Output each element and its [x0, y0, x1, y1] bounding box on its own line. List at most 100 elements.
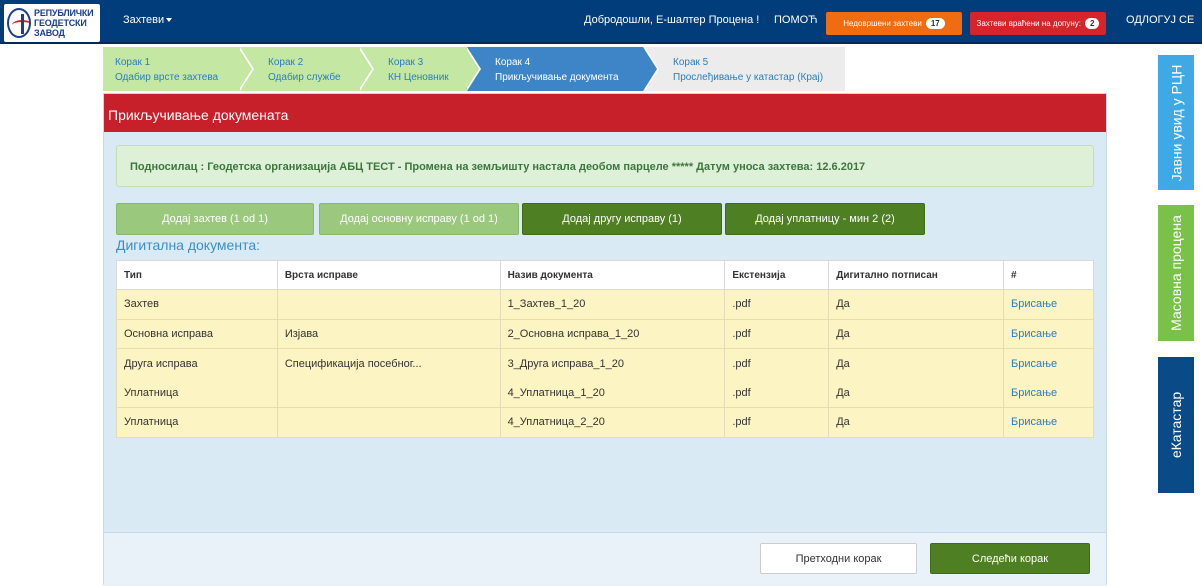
- step-3[interactable]: Корак 3 КН Ценовник: [360, 47, 467, 91]
- step-2-title: Корак 2: [268, 57, 304, 68]
- step-4-arrow-tip: [643, 47, 657, 91]
- step-3-subtitle: КН Ценовник: [388, 72, 449, 83]
- cell-type: Друга исправа: [116, 348, 278, 378]
- cell-signed: Да: [828, 348, 1005, 378]
- cell-extension: .pdf: [724, 348, 830, 378]
- cell-type: Уплатница: [116, 407, 278, 438]
- returned-count-badge: 2: [1085, 18, 1100, 29]
- cell-type: Захтев: [116, 289, 278, 320]
- add-request-button[interactable]: Додај захтев (1 od 1): [116, 203, 314, 235]
- step-4[interactable]: Корак 4 Прикључивање документа: [467, 47, 643, 91]
- returned-requests-button[interactable]: Захтеви враћени на допуну: 2: [970, 12, 1106, 35]
- step-1-title: Корак 1: [115, 57, 151, 68]
- delete-link[interactable]: Брисање: [1011, 358, 1057, 370]
- cell-action: Брисање: [1003, 348, 1094, 378]
- col-header-kind: Врста исправе: [276, 260, 501, 290]
- step-2-arrow-tip: [358, 47, 372, 91]
- cell-extension: .pdf: [724, 289, 830, 320]
- step-5-title: Корак 5: [673, 57, 709, 68]
- cell-type: Уплатница: [116, 378, 278, 408]
- cell-extension: .pdf: [724, 378, 830, 408]
- cell-name: 3_Друга исправа_1_20: [499, 348, 726, 378]
- delete-link[interactable]: Брисање: [1011, 328, 1057, 340]
- cell-name: 1_Захтев_1_20: [499, 289, 726, 320]
- caret-down-icon: [166, 18, 173, 23]
- step-5-subtitle: Прослеђивање у катастар (Крај): [673, 72, 824, 83]
- side-tab-mass-valuation[interactable]: Масовна процена: [1158, 205, 1194, 341]
- next-step-button[interactable]: Следећи корак: [930, 543, 1090, 574]
- panel-title: Прикључивање докумената: [104, 94, 1106, 132]
- delete-link[interactable]: Брисање: [1011, 298, 1057, 310]
- unfinished-requests-button[interactable]: Недовршени захтеви 17: [826, 12, 962, 35]
- cell-kind: [276, 407, 501, 438]
- cell-kind: [276, 378, 501, 408]
- cell-signed: Да: [828, 319, 1005, 349]
- table-row: Основна исправа Изјава 2_Основна исправа…: [116, 319, 1094, 349]
- cell-extension: .pdf: [724, 319, 830, 349]
- step-4-subtitle: Прикључивање документа: [495, 72, 619, 83]
- cell-signed: Да: [828, 378, 1005, 408]
- table-row: Друга исправа Спецификација посебног... …: [116, 348, 1094, 378]
- logo-line2: ГЕОДЕТСКИ ЗАВОД: [34, 18, 87, 38]
- add-main-document-button[interactable]: Додај основну исправу (1 od 1): [319, 203, 519, 235]
- step-2-subtitle: Одабир службе: [268, 72, 341, 83]
- logout-link[interactable]: ОДЛОГУЈ СЕ: [1126, 14, 1194, 26]
- step-2[interactable]: Корак 2 Одабир службе: [240, 47, 360, 91]
- returned-requests-label: Захтеви враћени на допуну:: [976, 19, 1082, 28]
- welcome-text: Добродошли, Е-шалтер Процена !: [584, 14, 760, 26]
- cell-action: Брисање: [1003, 319, 1094, 349]
- cell-type: Основна исправа: [116, 319, 278, 349]
- add-other-document-button[interactable]: Додај другу исправу (1): [522, 203, 722, 235]
- side-tab-public-review[interactable]: Јавни увид у РЦН: [1158, 55, 1194, 190]
- previous-step-button[interactable]: Претходни корак: [760, 543, 917, 574]
- delete-link[interactable]: Брисање: [1011, 387, 1057, 399]
- cell-action: Брисање: [1003, 407, 1094, 438]
- requests-dropdown-label: Захтеви: [123, 14, 165, 26]
- unfinished-requests-label: Недовршени захтеви: [843, 19, 922, 28]
- table-row: Захтев 1_Захтев_1_20 .pdf Да Брисање: [116, 289, 1094, 320]
- digital-documents-title: Дигитална документа:: [116, 237, 260, 253]
- step-1-arrow-tip: [238, 47, 252, 91]
- help-link[interactable]: ПОМОЋ: [774, 14, 818, 26]
- side-tab-ekatastar[interactable]: еКатастар: [1158, 357, 1194, 493]
- table-header-row: Тип Врста исправе Назив документа Екстен…: [116, 260, 1094, 290]
- col-header-action: #: [1003, 260, 1094, 290]
- cell-kind: Изјава: [276, 319, 501, 349]
- table-row: Уплатница 4_Уплатница_1_20 .pdf Да Бриса…: [116, 378, 1094, 408]
- step-3-arrow-tip: [465, 47, 479, 91]
- rgz-logo[interactable]: РЕПУБЛИЧКИ ГЕОДЕТСКИ ЗАВОД: [4, 4, 100, 42]
- step-5[interactable]: Корак 5 Прослеђивање у катастар (Крај): [643, 47, 845, 91]
- cell-signed: Да: [828, 289, 1005, 320]
- top-navbar: РЕПУБЛИЧКИ ГЕОДЕТСКИ ЗАВОД Захтеви Добро…: [0, 0, 1202, 44]
- col-header-name: Назив документа: [499, 260, 726, 290]
- requests-dropdown[interactable]: Захтеви: [123, 14, 173, 26]
- cell-name: 4_Уплатница_2_20: [499, 407, 726, 438]
- cell-action: Брисање: [1003, 378, 1094, 408]
- cell-kind: Спецификација посебног...: [276, 348, 501, 378]
- cell-action: Брисање: [1003, 289, 1094, 320]
- step-1-subtitle: Одабир врсте захтева: [115, 72, 219, 83]
- delete-link[interactable]: Брисање: [1011, 416, 1057, 428]
- unfinished-count-badge: 17: [925, 18, 945, 29]
- rgz-emblem-icon: [7, 8, 32, 38]
- cell-name: 2_Основна исправа_1_20: [499, 319, 726, 349]
- documents-panel: Прикључивање докумената Подносилац : Гео…: [103, 93, 1107, 586]
- col-header-type: Тип: [116, 260, 278, 290]
- step-1[interactable]: Корак 1 Одабир врсте захтева: [103, 47, 240, 91]
- side-tab-public-review-label: Јавни увид у РЦН: [1168, 64, 1184, 181]
- step-3-title: Корак 3: [388, 57, 424, 68]
- logo-line1: РЕПУБЛИЧКИ: [34, 8, 94, 18]
- cell-kind: [276, 289, 501, 320]
- cell-name: 4_Уплатница_1_20: [499, 378, 726, 408]
- cell-signed: Да: [828, 407, 1005, 438]
- applicant-info-box: Подносилац : Геодетска организација АБЦ …: [116, 145, 1094, 187]
- add-payment-slip-button[interactable]: Додај уплатницу - мин 2 (2): [725, 203, 925, 235]
- col-header-signed: Дигитално потписан: [828, 260, 1005, 290]
- side-tab-ekatastar-label: еКатастар: [1168, 391, 1185, 459]
- cell-extension: .pdf: [724, 407, 830, 438]
- step-4-title: Корак 4: [495, 57, 531, 68]
- logo-text: РЕПУБЛИЧКИ ГЕОДЕТСКИ ЗАВОД: [34, 8, 100, 38]
- table-row: Уплатница 4_Уплатница_2_20 .pdf Да Бриса…: [116, 407, 1094, 438]
- panel-footer: Претходни корак Следећи корак: [104, 532, 1106, 586]
- col-header-extension: Екстензија: [724, 260, 830, 290]
